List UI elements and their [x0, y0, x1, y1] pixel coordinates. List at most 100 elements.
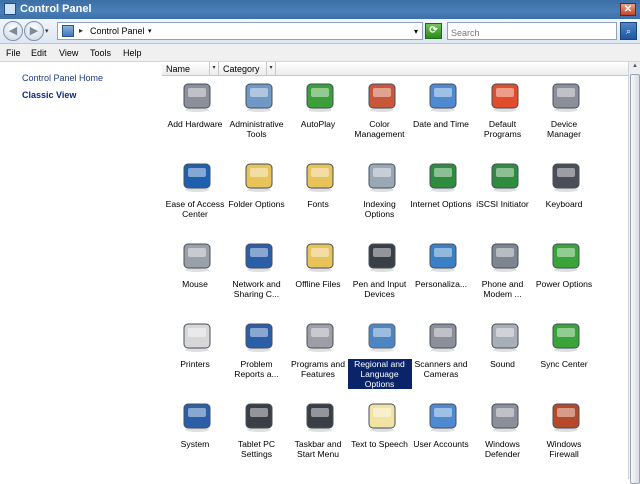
control-panel-item[interactable]: iSCSI Initiator [471, 156, 535, 234]
search-button[interactable]: ⌕ [620, 22, 637, 40]
back-button[interactable]: ◀ [3, 21, 23, 41]
sound-icon [487, 318, 523, 354]
control-panel-item-label: Regional and Language Options [347, 359, 412, 389]
forward-button[interactable]: ▶ [24, 21, 44, 41]
control-panel-item[interactable]: Text to Speech [348, 396, 412, 474]
control-panel-item-label: Programs and Features [291, 359, 345, 379]
column-category[interactable]: Category ▾ [219, 62, 276, 76]
column-category-dropdown-icon[interactable]: ▾ [266, 62, 275, 75]
scroll-up-icon[interactable]: ▲ [630, 63, 640, 73]
control-panel-item[interactable]: Printers [163, 316, 227, 394]
control-panel-item[interactable]: Windows Firewall [532, 396, 596, 474]
menu-tools[interactable]: Tools [90, 48, 111, 58]
iscsi-initiator-icon [487, 158, 523, 194]
control-panel-item[interactable]: Date and Time [409, 76, 473, 154]
control-panel-item-label: Ease of Access Center [165, 199, 225, 219]
control-panel-item[interactable]: Pen and Input Devices [348, 236, 412, 314]
control-panel-item[interactable]: User Accounts [409, 396, 473, 474]
breadcrumb-arrow-icon[interactable]: ▸ [79, 26, 83, 35]
control-panel-item[interactable]: Folder Options [225, 156, 289, 234]
add-hardware-icon [179, 78, 215, 114]
column-name-dropdown-icon[interactable]: ▾ [209, 62, 218, 75]
search-input[interactable] [447, 22, 617, 40]
control-panel-item[interactable]: Regional and Language Options [347, 316, 412, 394]
control-panel-item[interactable]: System [163, 396, 227, 474]
control-panel-item[interactable]: Scanners and Cameras [409, 316, 473, 394]
control-panel-item-label: AutoPlay [300, 119, 336, 129]
scrollbar-thumb[interactable] [630, 74, 640, 484]
system-icon [179, 398, 215, 434]
control-panel-item[interactable]: Windows Defender [471, 396, 535, 474]
control-panel-item[interactable]: Add Hardware [163, 76, 227, 154]
control-panel-item[interactable]: Mouse [163, 236, 227, 314]
internet-options-icon [425, 158, 461, 194]
control-panel-item-label: Problem Reports a... [234, 359, 279, 379]
control-panel-item-label: Administrative Tools [229, 119, 284, 139]
refresh-button[interactable]: ⟳ [425, 23, 442, 39]
network-sharing-icon [241, 238, 277, 274]
folder-options-icon [241, 158, 277, 194]
programs-features-icon [302, 318, 338, 354]
control-panel-item[interactable]: Taskbar and Start Menu [286, 396, 350, 474]
printers-icon [179, 318, 215, 354]
personalization-icon [425, 238, 461, 274]
control-panel-item-label: Power Options [535, 279, 593, 289]
control-panel-item[interactable]: Administrative Tools [225, 76, 289, 154]
control-panel-item[interactable]: Phone and Modem ... [471, 236, 535, 314]
column-name-label: Name [166, 64, 191, 74]
control-panel-item[interactable]: Network and Sharing C... [225, 236, 289, 314]
control-panel-item[interactable]: Default Programs [471, 76, 535, 154]
phone-modem-icon [487, 238, 523, 274]
control-panel-item-label: Add Hardware [167, 119, 223, 129]
date-time-icon [425, 78, 461, 114]
control-panel-item[interactable]: Internet Options [409, 156, 473, 234]
classic-view-label: Classic View [22, 90, 77, 100]
control-panel-item-label: Device Manager [547, 119, 581, 139]
control-panel-item[interactable]: Personaliza... [409, 236, 473, 314]
control-panel-window: Control Panel ✕ ◀ ▶ ▾ ▸ Control Panel ▾ … [0, 0, 640, 484]
regional-language-icon [364, 318, 400, 354]
control-panel-item[interactable]: Sound [471, 316, 535, 394]
device-manager-icon [548, 78, 584, 114]
control-panel-item[interactable]: Tablet PC Settings [225, 396, 289, 474]
close-button[interactable]: ✕ [620, 3, 636, 16]
fonts-icon [302, 158, 338, 194]
control-panel-item[interactable]: Fonts [286, 156, 350, 234]
control-panel-item-label: Keyboard [545, 199, 583, 209]
address-history-dropdown-icon[interactable]: ▾ [414, 27, 418, 36]
power-options-icon [548, 238, 584, 274]
address-bar[interactable]: ▸ Control Panel ▾ ▾ [57, 22, 423, 40]
problem-reports-icon [241, 318, 277, 354]
control-panel-item[interactable]: Sync Center [532, 316, 596, 394]
control-panel-item[interactable]: Device Manager [532, 76, 596, 154]
control-panel-item-label: Printers [180, 359, 210, 369]
windows-defender-icon [487, 398, 523, 434]
title-bar[interactable]: Control Panel ✕ [0, 0, 640, 19]
control-panel-item[interactable]: Offline Files [286, 236, 350, 314]
control-panel-item[interactable]: Color Management [348, 76, 412, 154]
menu-view[interactable]: View [59, 48, 78, 58]
keyboard-icon [548, 158, 584, 194]
breadcrumb-dropdown-icon[interactable]: ▾ [148, 27, 152, 35]
recent-pages-dropdown-icon[interactable]: ▾ [45, 27, 49, 35]
control-panel-item[interactable]: Indexing Options [348, 156, 412, 234]
indexing-options-icon [364, 158, 400, 194]
menu-edit[interactable]: Edit [31, 48, 47, 58]
vertical-scrollbar[interactable]: ▲ [628, 62, 640, 484]
control-panel-item-label: Date and Time [413, 119, 469, 129]
control-panel-item[interactable]: Power Options [532, 236, 596, 314]
taskbar-start-icon [302, 398, 338, 434]
menu-file[interactable]: File [6, 48, 21, 58]
menu-help[interactable]: Help [123, 48, 142, 58]
control-panel-item[interactable]: Ease of Access Center [163, 156, 227, 234]
control-panel-item[interactable]: AutoPlay [286, 76, 350, 154]
windows-firewall-icon [548, 398, 584, 434]
control-panel-item[interactable]: Problem Reports a... [225, 316, 289, 394]
control-panel-item[interactable]: Keyboard [532, 156, 596, 234]
control-panel-home-link[interactable]: Control Panel Home [22, 73, 103, 83]
control-panel-item[interactable]: Programs and Features [286, 316, 350, 394]
control-panel-item-label: Personaliza... [414, 279, 468, 289]
breadcrumb-control-panel[interactable]: Control Panel [90, 26, 145, 36]
column-category-label: Category [223, 64, 260, 74]
column-name[interactable]: Name ▾ [162, 62, 219, 76]
